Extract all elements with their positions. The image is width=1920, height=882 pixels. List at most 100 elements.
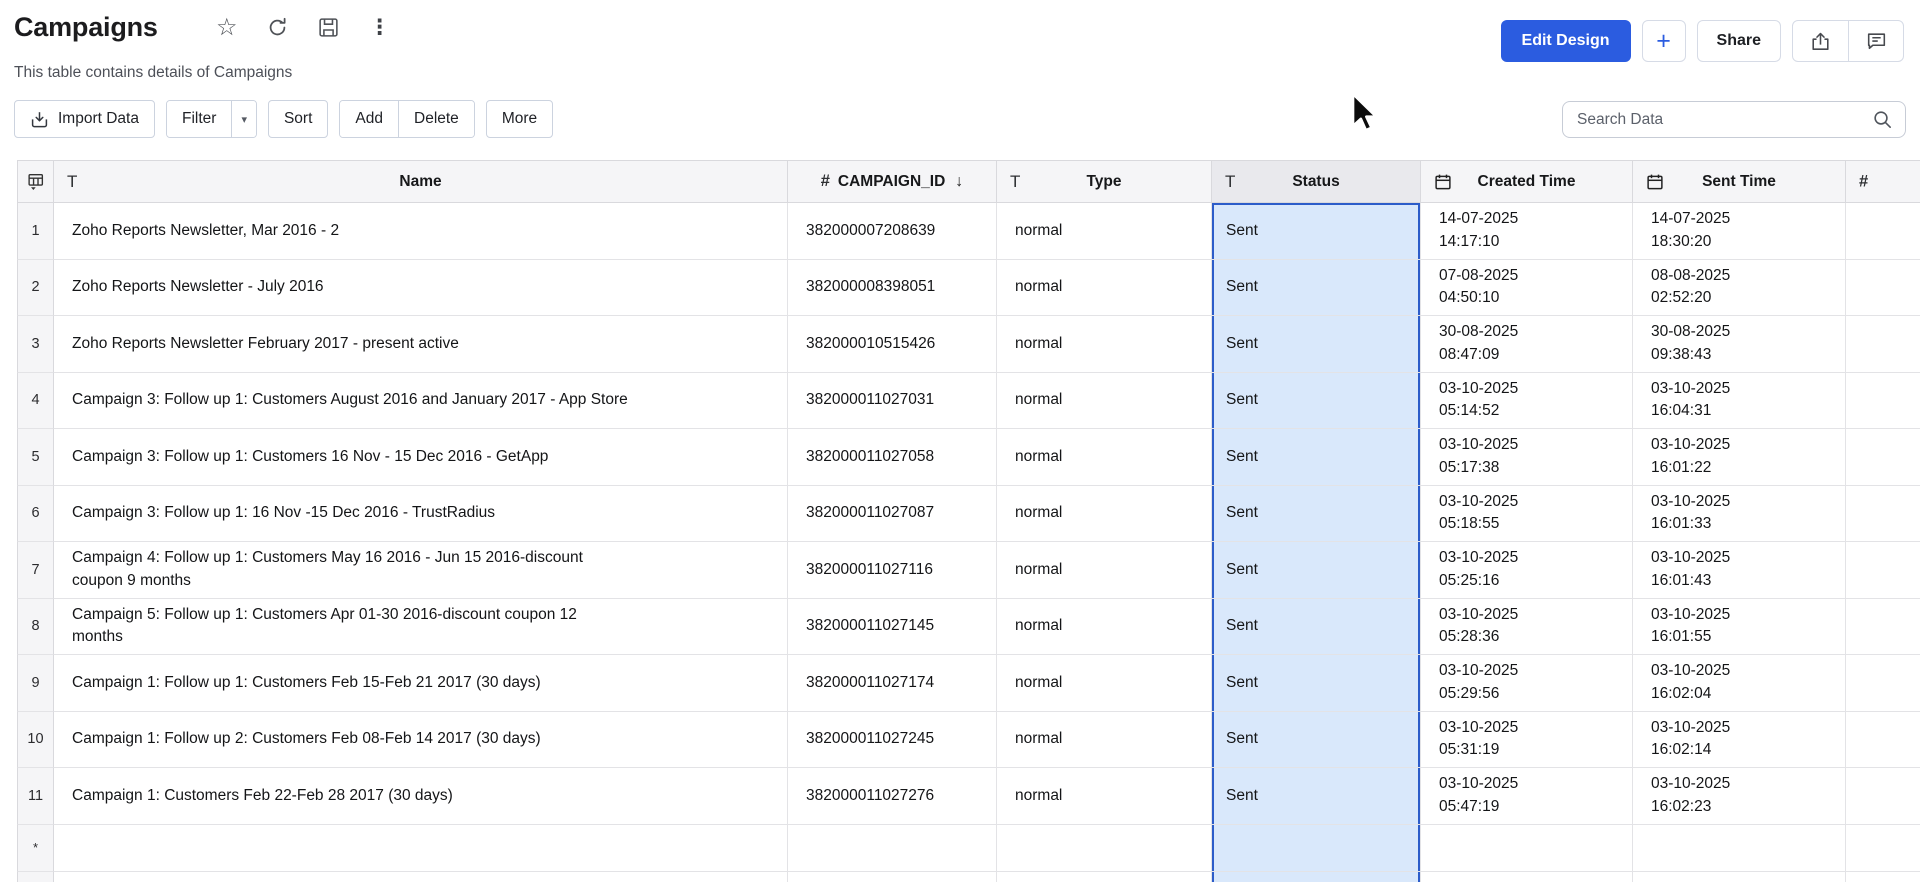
cell-name[interactable]: Zoho Reports Newsletter, Mar 2016 - 2 bbox=[54, 203, 788, 260]
header-cell-name[interactable]: TName bbox=[54, 160, 788, 203]
cell-type[interactable]: normal bbox=[997, 260, 1212, 317]
comment-button[interactable] bbox=[1848, 21, 1903, 61]
row-number[interactable]: 5 bbox=[17, 429, 54, 486]
cell-status-selected[interactable]: Sent bbox=[1212, 712, 1421, 769]
cell-name[interactable]: Campaign 1: Follow up 1: Customers Feb 1… bbox=[54, 655, 788, 712]
cell-created-time[interactable]: 30-08-2025 08:47:09 bbox=[1421, 316, 1633, 373]
cell-campaign-id[interactable]: 382000007208639 bbox=[788, 203, 997, 260]
cell-extra[interactable] bbox=[1846, 599, 1920, 656]
cell-sent-time[interactable] bbox=[1633, 825, 1846, 872]
cell-name[interactable]: Zoho Reports Newsletter - July 2016 bbox=[54, 260, 788, 317]
cell-sent-time[interactable]: 03-10-2025 16:01:22 bbox=[1633, 429, 1846, 486]
delete-row-button[interactable]: Delete bbox=[398, 101, 474, 137]
row-number[interactable] bbox=[17, 872, 54, 882]
header-cell-type[interactable]: TType bbox=[997, 160, 1212, 203]
header-cell-gutter[interactable] bbox=[17, 160, 54, 203]
cell-name[interactable]: Campaign 3: Follow up 1: Customers 16 No… bbox=[54, 429, 788, 486]
cell-status-selected[interactable]: Sent bbox=[1212, 542, 1421, 599]
row-number[interactable]: 7 bbox=[17, 542, 54, 599]
cell-extra[interactable] bbox=[1846, 768, 1920, 825]
cell-created-time[interactable]: 03-10-2025 05:29:56 bbox=[1421, 655, 1633, 712]
cell-created-time[interactable]: 03-10-2025 05:25:16 bbox=[1421, 542, 1633, 599]
cell-campaign-id[interactable]: 382000010515426 bbox=[788, 316, 997, 373]
add-row-button[interactable]: Add bbox=[340, 101, 398, 137]
cell-campaign-id[interactable]: 382000011027174 bbox=[788, 655, 997, 712]
cell-extra[interactable] bbox=[1846, 373, 1920, 430]
cell-type[interactable] bbox=[997, 825, 1212, 872]
cell-created-time[interactable]: 03-10-2025 05:47:19 bbox=[1421, 768, 1633, 825]
cell-created-time[interactable]: 03-10-2025 05:18:55 bbox=[1421, 486, 1633, 543]
cell-sent-time[interactable]: 08-08-2025 02:52:20 bbox=[1633, 260, 1846, 317]
cell-campaign-id[interactable]: 382000011027058 bbox=[788, 429, 997, 486]
cell-campaign-id[interactable]: 382000011027031 bbox=[788, 373, 997, 430]
cell-sent-time[interactable]: 03-10-2025 16:01:33 bbox=[1633, 486, 1846, 543]
cell-sent-time[interactable]: 03-10-2025 16:01:55 bbox=[1633, 599, 1846, 656]
cell-type[interactable]: normal bbox=[997, 655, 1212, 712]
cell-type[interactable] bbox=[997, 872, 1212, 882]
cell-extra[interactable] bbox=[1846, 316, 1920, 373]
cell-sent-time[interactable]: 03-10-2025 16:02:14 bbox=[1633, 712, 1846, 769]
row-number[interactable]: 8 bbox=[17, 599, 54, 656]
row-number[interactable]: 1 bbox=[17, 203, 54, 260]
cell-sent-time[interactable]: 30-08-2025 09:38:43 bbox=[1633, 316, 1846, 373]
search-input[interactable] bbox=[1577, 111, 1872, 129]
more-button[interactable]: More bbox=[486, 100, 553, 138]
cell-name[interactable]: Campaign 3: Follow up 1: Customers Augus… bbox=[54, 373, 788, 430]
row-number[interactable]: * bbox=[17, 825, 54, 872]
cell-created-time[interactable]: 03-10-2025 05:17:38 bbox=[1421, 429, 1633, 486]
header-cell-extra[interactable]: #Em bbox=[1846, 160, 1920, 203]
header-cell-created[interactable]: Created Time bbox=[1421, 160, 1633, 203]
cell-created-time[interactable] bbox=[1421, 825, 1633, 872]
cell-campaign-id[interactable]: 382000008398051 bbox=[788, 260, 997, 317]
cell-status-selected[interactable]: Sent bbox=[1212, 768, 1421, 825]
cell-sent-time[interactable]: 03-10-2025 16:02:04 bbox=[1633, 655, 1846, 712]
cell-name[interactable]: Campaign 3: Follow up 1: 16 Nov -15 Dec … bbox=[54, 486, 788, 543]
cell-name[interactable]: Campaign 4: Follow up 1: Customers May 1… bbox=[54, 542, 788, 599]
cell-type[interactable]: normal bbox=[997, 599, 1212, 656]
cell-extra[interactable] bbox=[1846, 655, 1920, 712]
cell-status-selected[interactable] bbox=[1212, 825, 1421, 872]
cell-status-selected[interactable]: Sent bbox=[1212, 599, 1421, 656]
cell-campaign-id[interactable]: 382000011027145 bbox=[788, 599, 997, 656]
cell-status-selected[interactable]: Sent bbox=[1212, 316, 1421, 373]
header-cell-id[interactable]: #CAMPAIGN_ID↓ bbox=[788, 160, 997, 203]
filter-dropdown-button[interactable]: ▾ bbox=[231, 101, 256, 137]
cell-status-selected[interactable]: Sent bbox=[1212, 486, 1421, 543]
more-options-kebab-icon[interactable]: ⋮ bbox=[367, 15, 393, 41]
row-number[interactable]: 6 bbox=[17, 486, 54, 543]
cell-type[interactable]: normal bbox=[997, 373, 1212, 430]
save-icon[interactable] bbox=[316, 15, 342, 41]
cell-sent-time[interactable]: 03-10-2025 16:04:31 bbox=[1633, 373, 1846, 430]
cell-type[interactable]: normal bbox=[997, 486, 1212, 543]
cell-campaign-id[interactable] bbox=[788, 872, 997, 882]
cell-sent-time[interactable] bbox=[1633, 872, 1846, 882]
cell-type[interactable]: normal bbox=[997, 429, 1212, 486]
sort-button[interactable]: Sort bbox=[268, 100, 328, 138]
cell-created-time[interactable]: 03-10-2025 05:28:36 bbox=[1421, 599, 1633, 656]
cell-type[interactable]: normal bbox=[997, 768, 1212, 825]
refresh-icon[interactable] bbox=[265, 15, 291, 41]
import-data-button[interactable]: Import Data bbox=[14, 100, 155, 138]
cell-extra[interactable] bbox=[1846, 260, 1920, 317]
cell-status-selected[interactable]: Sent bbox=[1212, 260, 1421, 317]
cell-type[interactable]: normal bbox=[997, 316, 1212, 373]
cell-sent-time[interactable]: 14-07-2025 18:30:20 bbox=[1633, 203, 1846, 260]
cell-status-selected[interactable]: Sent bbox=[1212, 429, 1421, 486]
cell-created-time[interactable]: 07-08-2025 04:50:10 bbox=[1421, 260, 1633, 317]
cell-extra[interactable] bbox=[1846, 542, 1920, 599]
add-new-button[interactable]: + bbox=[1642, 20, 1686, 62]
cell-created-time[interactable]: 14-07-2025 14:17:10 bbox=[1421, 203, 1633, 260]
cell-created-time[interactable] bbox=[1421, 872, 1633, 882]
cell-status-selected[interactable] bbox=[1212, 872, 1421, 882]
share-button[interactable]: Share bbox=[1697, 20, 1781, 62]
row-number[interactable]: 11 bbox=[17, 768, 54, 825]
row-number[interactable]: 2 bbox=[17, 260, 54, 317]
cell-extra[interactable] bbox=[1846, 203, 1920, 260]
cell-created-time[interactable]: 03-10-2025 05:14:52 bbox=[1421, 373, 1633, 430]
cell-name[interactable] bbox=[54, 825, 788, 872]
cell-extra[interactable] bbox=[1846, 825, 1920, 872]
header-cell-sent[interactable]: Sent Time bbox=[1633, 160, 1846, 203]
cell-name[interactable]: Campaign 5: Follow up 1: Customers Apr 0… bbox=[54, 599, 788, 656]
cell-extra[interactable] bbox=[1846, 429, 1920, 486]
cell-campaign-id[interactable]: 382000011027276 bbox=[788, 768, 997, 825]
